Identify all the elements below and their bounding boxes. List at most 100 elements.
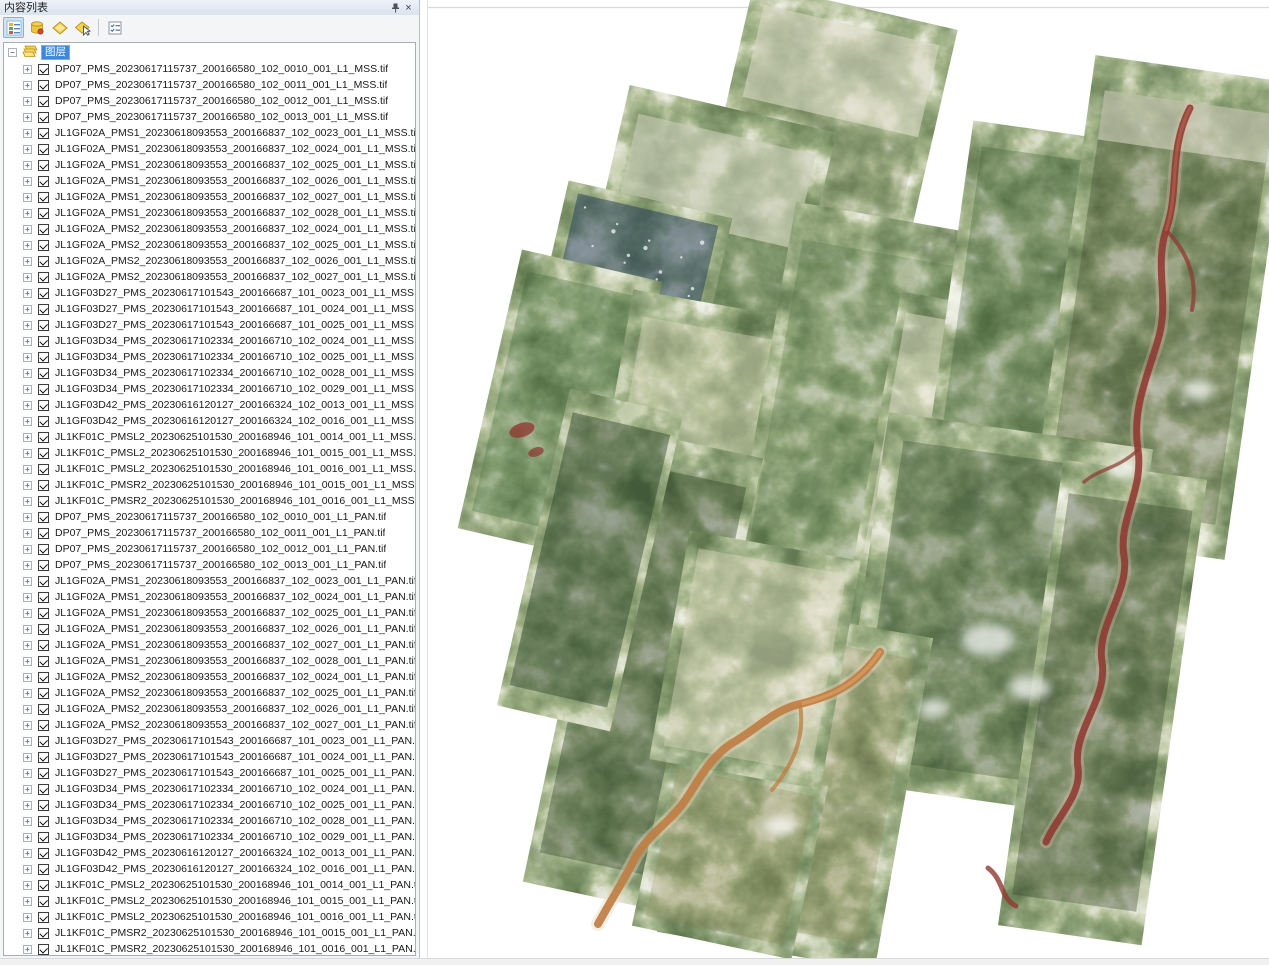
layer-row[interactable]: + DP07_PMS_20230617115737_200166580_102_0… [4, 109, 415, 125]
layer-row[interactable]: + JL1KF01C_PMSL2_20230625101530_200168946… [4, 461, 415, 477]
layer-visibility-checkbox[interactable] [38, 272, 49, 283]
expand-icon[interactable]: + [23, 145, 32, 154]
expand-icon[interactable]: + [23, 257, 32, 266]
layer-row[interactable]: +JL1GF02A_PMS2_20230618093553_200166837_… [4, 669, 415, 685]
layer-row[interactable]: +JL1GF03D27_PMS_20230617101543_200166687… [4, 301, 415, 317]
layer-name[interactable]: DP07_PMS_20230617115737_200166580_102_00… [55, 63, 388, 75]
expand-icon[interactable]: + [23, 529, 32, 538]
expand-icon[interactable]: + [23, 241, 32, 250]
layer-row[interactable]: +JL1KF01C_PMSL2_20230625101530_200168946… [4, 893, 415, 909]
layer-row[interactable]: + JL1GF02A_PMS1_20230618093553_200166837_… [4, 653, 415, 669]
layer-row[interactable]: +JL1GF03D34_PMS_20230617102334_200166710… [4, 829, 415, 845]
layer-visibility-checkbox[interactable] [38, 816, 49, 827]
layer-name[interactable]: JL1GF02A_PMS1_20230618093553_200166837_1… [55, 591, 415, 603]
layer-name[interactable]: JL1GF02A_PMS1_20230618093553_200166837_1… [55, 175, 415, 187]
expand-icon[interactable]: + [23, 561, 32, 570]
expand-icon[interactable]: + [23, 577, 32, 586]
layer-name[interactable]: JL1GF02A_PMS2_20230618093553_200166837_1… [55, 239, 415, 251]
panel-splitter[interactable] [421, 0, 428, 965]
layer-row[interactable]: +DP07_PMS_20230617115737_200166580_102_0… [4, 93, 415, 109]
layer-visibility-checkbox[interactable] [38, 224, 49, 235]
layer-visibility-checkbox[interactable] [38, 400, 49, 411]
layer-visibility-checkbox[interactable] [38, 576, 49, 587]
layer-visibility-checkbox[interactable] [38, 80, 49, 91]
expand-icon[interactable]: + [23, 161, 32, 170]
layer-row[interactable]: + DP07_PMS_20230617115737_200166580_102_0… [4, 557, 415, 573]
layer-row[interactable]: +JL1GF03D34_PMS_20230617102334_200166710… [4, 365, 415, 381]
layer-name[interactable]: JL1KF01C_PMSL2_20230625101530_200168946_… [55, 447, 415, 459]
layer-name[interactable]: JL1KF01C_PMSL2_20230625101530_200168946_… [55, 463, 415, 475]
layer-row[interactable]: + JL1GF03D27_PMS_20230617101543_200166687… [4, 285, 415, 301]
layer-visibility-checkbox[interactable] [38, 800, 49, 811]
layer-name[interactable]: JL1GF03D27_PMS_20230617101543_200166687_… [55, 287, 415, 299]
expand-icon[interactable]: + [23, 113, 32, 122]
layer-visibility-checkbox[interactable] [38, 896, 49, 907]
expand-icon[interactable]: + [23, 385, 32, 394]
layer-name[interactable]: JL1GF02A_PMS1_20230618093553_200166837_1… [55, 655, 415, 667]
layer-visibility-checkbox[interactable] [38, 336, 49, 347]
layer-name[interactable]: JL1GF03D42_PMS_20230616120127_200166324_… [55, 415, 415, 427]
expand-icon[interactable]: + [23, 641, 32, 650]
layer-row[interactable]: +JL1GF03D34_PMS_20230617102334_200166710… [4, 781, 415, 797]
expand-icon[interactable]: + [23, 273, 32, 282]
layer-visibility-checkbox[interactable] [38, 704, 49, 715]
expand-icon[interactable]: + [23, 81, 32, 90]
expand-icon[interactable]: + [23, 209, 32, 218]
layer-visibility-checkbox[interactable] [38, 352, 49, 363]
layer-visibility-checkbox[interactable] [38, 144, 49, 155]
layer-visibility-checkbox[interactable] [38, 880, 49, 891]
layer-visibility-checkbox[interactable] [38, 208, 49, 219]
list-by-visibility-icon[interactable] [49, 17, 70, 38]
layer-name[interactable]: JL1GF03D42_PMS_20230616120127_200166324_… [55, 399, 415, 411]
expand-icon[interactable]: + [23, 689, 32, 698]
layer-name[interactable]: JL1GF03D34_PMS_20230617102334_200166710_… [55, 383, 415, 395]
layer-row[interactable]: + JL1GF03D34_PMS_20230617102334_200166710… [4, 381, 415, 397]
expand-icon[interactable]: + [23, 449, 32, 458]
expand-icon[interactable]: + [23, 913, 32, 922]
expand-icon[interactable]: + [23, 657, 32, 666]
layer-row[interactable]: +DP07_PMS_20230617115737_200166580_102_0… [4, 541, 415, 557]
layer-row[interactable]: +JL1GF02A_PMS2_20230618093553_200166837_… [4, 221, 415, 237]
expand-icon[interactable]: + [23, 737, 32, 746]
layer-visibility-checkbox[interactable] [38, 768, 49, 779]
layers-group-row[interactable]: − 图层 [8, 43, 415, 60]
layer-name[interactable]: JL1KF01C_PMSR2_20230625101530_200168946_… [55, 479, 415, 491]
layer-name[interactable]: DP07_PMS_20230617115737_200166580_102_00… [55, 111, 388, 123]
layer-visibility-checkbox[interactable] [38, 416, 49, 427]
options-icon[interactable] [104, 17, 125, 38]
layer-visibility-checkbox[interactable] [38, 608, 49, 619]
layer-visibility-checkbox[interactable] [38, 752, 49, 763]
expand-icon[interactable]: + [23, 369, 32, 378]
layer-visibility-checkbox[interactable] [38, 320, 49, 331]
layer-name[interactable]: DP07_PMS_20230617115737_200166580_102_00… [55, 559, 386, 571]
expand-icon[interactable]: + [23, 433, 32, 442]
layer-visibility-checkbox[interactable] [38, 368, 49, 379]
layer-name[interactable]: DP07_PMS_20230617115737_200166580_102_00… [55, 511, 386, 523]
expand-icon[interactable]: + [23, 721, 32, 730]
layer-visibility-checkbox[interactable] [38, 128, 49, 139]
expand-icon[interactable]: + [23, 417, 32, 426]
layer-name[interactable]: JL1GF03D34_PMS_20230617102334_200166710_… [55, 351, 415, 363]
layer-name[interactable]: JL1KF01C_PMSL2_20230625101530_200168946_… [55, 879, 415, 891]
expand-icon[interactable]: + [23, 817, 32, 826]
expand-icon[interactable]: + [23, 945, 32, 954]
expand-icon[interactable]: + [23, 465, 32, 474]
layer-name[interactable]: DP07_PMS_20230617115737_200166580_102_00… [55, 79, 387, 91]
expand-icon[interactable]: + [23, 289, 32, 298]
layer-name[interactable]: JL1GF02A_PMS1_20230618093553_200166837_1… [55, 623, 415, 635]
layer-visibility-checkbox[interactable] [38, 304, 49, 315]
layer-visibility-checkbox[interactable] [38, 944, 49, 955]
layer-row[interactable]: +JL1GF02A_PMS1_20230618093553_200166837_… [4, 157, 415, 173]
layer-name[interactable]: JL1GF03D27_PMS_20230617101543_200166687_… [55, 767, 415, 779]
layer-row[interactable]: +JL1GF03D34_PMS_20230617102334_200166710… [4, 333, 415, 349]
layer-visibility-checkbox[interactable] [38, 192, 49, 203]
layer-row[interactable]: +JL1KF01C_PMSL2_20230625101530_200168946… [4, 909, 415, 925]
expand-icon[interactable]: + [23, 65, 32, 74]
layer-row[interactable]: +JL1GF02A_PMS1_20230618093553_200166837_… [4, 637, 415, 653]
layer-row[interactable]: +JL1GF02A_PMS1_20230618093553_200166837_… [4, 189, 415, 205]
expand-icon[interactable]: + [23, 321, 32, 330]
layer-row[interactable]: +JL1GF02A_PMS2_20230618093553_200166837_… [4, 685, 415, 701]
layer-visibility-checkbox[interactable] [38, 544, 49, 555]
layer-visibility-checkbox[interactable] [38, 176, 49, 187]
layer-name[interactable]: JL1GF02A_PMS2_20230618093553_200166837_1… [55, 271, 415, 283]
